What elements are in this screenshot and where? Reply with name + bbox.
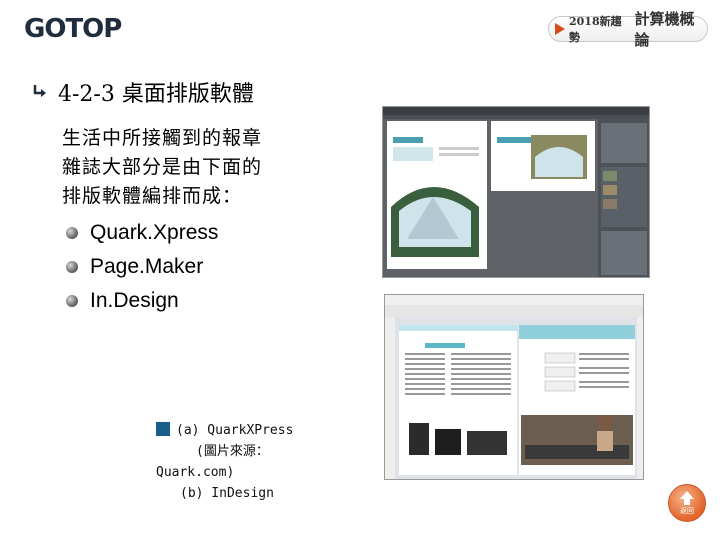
series-year: 2018新趨勢 [569,15,622,44]
body-line: 排版軟體編排而成： [62,185,243,207]
list-item: In.Design [66,284,218,318]
series-badge: 2018新趨勢 計算機概論 [548,10,708,49]
indesign-screenshot [384,294,644,480]
body-line: 雜誌大部分是由下面的 [62,156,263,178]
list-item-label: In.Design [90,289,179,312]
curved-arrow-icon [33,85,46,97]
list-item: Page.Maker [66,250,218,284]
list-item-label: Page.Maker [90,255,204,278]
caption-line: (圖片來源： [196,444,269,459]
bullet-icon [66,227,78,239]
body-line: 生活中所接觸到的報章 [62,127,263,149]
body-paragraph: 生活中所接觸到的報章 雜誌大部分是由下面的 排版軟體編排而成： [62,124,312,211]
quarkxpress-screenshot [382,106,650,278]
section-heading: 4-2-3 桌面排版軟體 [30,76,254,108]
up-arrow-stem [684,498,690,505]
caption-line: (b) InDesign [180,486,274,501]
software-list: Quark.Xpress Page.Maker In.Design [66,216,218,318]
caption-line: Quark.com) [156,465,235,480]
list-item-label: Quark.Xpress [90,221,219,244]
caption-line: (a) QuarkXPress [176,423,294,438]
figure-caption: (a) QuarkXPress (圖片來源： Quark.com) (b) In… [156,420,316,504]
indesign-illustration [385,295,643,479]
gotop-logo: GOTOP [24,14,122,44]
list-item: Quark.Xpress [66,216,218,250]
caption-marker-icon [156,422,170,436]
back-button[interactable]: 返回 [668,484,706,522]
bullet-icon [66,295,78,307]
series-title: 計算機概論 [634,10,695,49]
back-label: 返回 [680,506,694,515]
quarkxpress-illustration [383,107,649,277]
section-title: 4-2-3 桌面排版軟體 [58,82,254,107]
bullet-icon [66,261,78,273]
play-arrow-icon [555,23,565,35]
up-arrow-icon [680,490,694,499]
